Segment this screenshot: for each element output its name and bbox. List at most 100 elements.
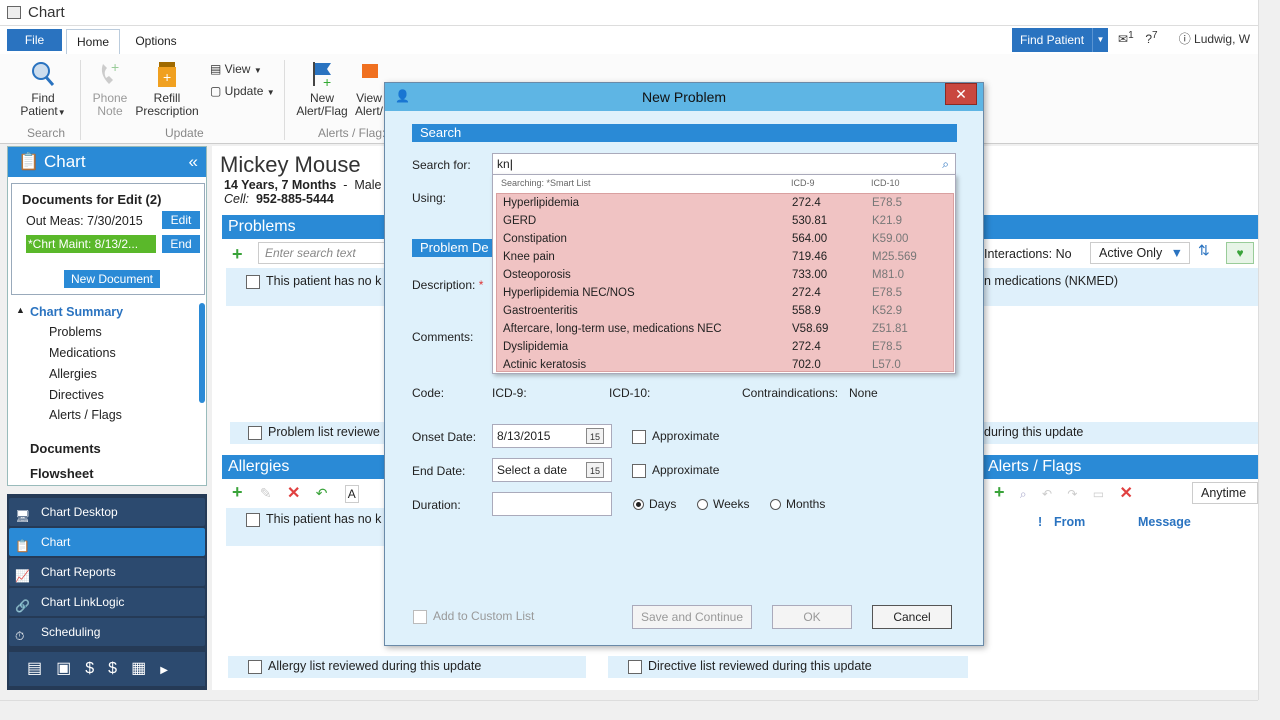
collapse-icon[interactable]: «	[189, 147, 198, 177]
find-patient-button[interactable]: Find Patient ▼	[1012, 28, 1108, 52]
list-item[interactable]: Hyperlipidemia 272.4 E78.5	[497, 194, 955, 212]
heart-icon[interactable]: ♥	[1226, 242, 1254, 264]
alerts-col-priority[interactable]: !	[1038, 515, 1042, 529]
nav-allergies[interactable]: Allergies	[49, 367, 97, 381]
group-search: Search	[27, 126, 66, 140]
list-item[interactable]: Aftercare, long-term use, medications NE…	[497, 320, 955, 338]
end-approximate-checkbox[interactable]	[632, 463, 646, 478]
close-button[interactable]: ✕	[945, 83, 977, 105]
delete-icon[interactable]: ✕	[287, 485, 300, 502]
days-radio-button[interactable]	[633, 499, 644, 511]
calendar-icon[interactable]: 15	[586, 428, 604, 444]
dollar-icon[interactable]: $	[85, 660, 108, 677]
list-item[interactable]: GERD 530.81 K21.9	[497, 212, 955, 230]
list-item[interactable]: Hyperlipidemia NEC/NOS 272.4 E78.5	[497, 284, 955, 302]
search-icon[interactable]: ⌕	[942, 154, 949, 174]
expand-icon[interactable]: ▲	[16, 305, 25, 315]
new-alert-flag-button[interactable]: + New Alert/Flag	[294, 60, 350, 118]
forward-icon[interactable]: ↷	[1067, 487, 1077, 501]
nav-directives[interactable]: Directives	[49, 388, 104, 402]
horizontal-scrollbar[interactable]	[0, 700, 1258, 718]
description-label-text: Description:	[412, 278, 476, 292]
problems-none-checkbox[interactable]	[246, 274, 260, 289]
find-patient-ribbon-button[interactable]: Find Patient▼	[18, 60, 68, 119]
search-icon[interactable]: ⌕	[1020, 487, 1027, 501]
add-custom-checkbox[interactable]	[413, 609, 427, 624]
update-dropdown[interactable]: ▢ Update ▼	[210, 84, 275, 98]
weeks-radio[interactable]: Weeks	[697, 497, 749, 511]
chevron-down-icon[interactable]: ▼	[1092, 28, 1108, 52]
edit-button[interactable]: Edit	[162, 211, 200, 229]
list-item[interactable]: Gastroenteritis 558.9 K52.9	[497, 302, 955, 320]
more-icon[interactable]: ▶	[160, 665, 182, 676]
nav-documents[interactable]: Documents	[30, 441, 101, 456]
calculator-icon[interactable]: ▦	[131, 660, 160, 677]
directives-reviewed-checkbox[interactable]	[628, 659, 642, 674]
months-radio[interactable]: Months	[770, 497, 825, 511]
doc-item[interactable]: *Chrt Maint: 8/13/2...	[26, 235, 156, 253]
nav-chart-reports[interactable]: 📈 Chart Reports	[9, 558, 205, 586]
nav-chart[interactable]: 📋 Chart	[9, 528, 205, 556]
user-name[interactable]: Ludwig, W	[1194, 32, 1250, 46]
nav-medications[interactable]: Medications	[49, 346, 116, 360]
nav-flowsheet[interactable]: Flowsheet	[30, 466, 94, 481]
end-button[interactable]: End	[162, 235, 200, 253]
add-custom-list[interactable]: Add to Custom List	[413, 609, 534, 624]
nav-alerts-flags[interactable]: Alerts / Flags	[49, 408, 122, 422]
vertical-scrollbar[interactable]	[1258, 0, 1280, 700]
medications-filter[interactable]: Active Only ▼	[1090, 242, 1190, 264]
alerts-col-from[interactable]: From	[1054, 515, 1085, 529]
months-radio-button[interactable]	[770, 499, 781, 511]
chart-summary-link[interactable]: Chart Summary	[30, 305, 123, 319]
delete-icon[interactable]: ✕	[1119, 485, 1132, 502]
allergies-reviewed-checkbox[interactable]	[248, 659, 262, 674]
tab-home[interactable]: Home	[66, 29, 120, 55]
new-document-button[interactable]: New Document	[64, 270, 160, 288]
card-icon[interactable]: ▣	[56, 660, 85, 677]
note-icon[interactable]: ▭	[1093, 487, 1104, 501]
refill-prescription-button[interactable]: + Refill Prescription	[134, 60, 200, 118]
reply-icon[interactable]: ↶	[1042, 487, 1052, 501]
doc-item[interactable]: Out Meas: 7/30/2015	[26, 214, 143, 228]
nav-chart-desktop[interactable]: 🖥 Chart Desktop	[9, 498, 205, 526]
add-problem-icon[interactable]: +	[232, 244, 243, 265]
onset-approximate-checkbox[interactable]	[632, 429, 646, 444]
alerts-col-message[interactable]: Message	[1138, 515, 1191, 529]
add-alert-icon[interactable]: +	[994, 482, 1005, 502]
search-input[interactable]: kn| ⌕	[492, 153, 956, 175]
view-dropdown[interactable]: ▤ View ▼	[210, 62, 262, 76]
days-radio[interactable]: Days	[633, 497, 676, 511]
add-allergy-icon[interactable]: +	[232, 482, 243, 502]
list-item[interactable]: Osteoporosis 733.00 M81.0	[497, 266, 955, 284]
allergy-filter[interactable]: A	[344, 485, 359, 503]
undo-icon[interactable]: ↶	[316, 485, 328, 501]
phone-note-button[interactable]: + Phone Note	[88, 60, 132, 118]
message-icon[interactable]: ✉1	[1118, 30, 1142, 46]
billing-icon[interactable]: $	[108, 660, 131, 677]
view-alert-flag-button[interactable]: View Alert/	[354, 60, 384, 118]
save-continue-button[interactable]: Save and Continue	[632, 605, 752, 629]
ok-button[interactable]: OK	[772, 605, 852, 629]
cancel-button[interactable]: Cancel	[872, 605, 952, 629]
tab-options[interactable]: Options	[126, 29, 186, 51]
list-item[interactable]: Knee pain 719.46 M25.569	[497, 248, 955, 266]
problems-reviewed-checkbox[interactable]	[248, 425, 262, 440]
allergies-none-checkbox[interactable]	[246, 512, 260, 527]
tab-file[interactable]: File	[7, 29, 62, 51]
nav-chart-linklogic[interactable]: 🔗 Chart LinkLogic	[9, 588, 205, 616]
nav-scheduling[interactable]: ⏱ Scheduling	[9, 618, 205, 646]
calendar-icon[interactable]: 15	[586, 462, 604, 478]
list-item[interactable]: Dyslipidemia 272.4 E78.5	[497, 338, 955, 356]
weeks-radio-button[interactable]	[697, 499, 708, 511]
problems-search-input[interactable]: Enter search text	[258, 242, 388, 264]
nav-problems[interactable]: Problems	[49, 325, 102, 339]
sort-icon[interactable]: ⇅	[1198, 242, 1222, 264]
edit-icon[interactable]: ✎	[260, 485, 272, 501]
list-item[interactable]: Constipation 564.00 K59.00	[497, 230, 955, 248]
duration-input[interactable]	[492, 492, 612, 516]
alerts-filter[interactable]: Anytime	[1192, 482, 1258, 504]
list-icon[interactable]: ▤	[27, 660, 56, 677]
help-icon[interactable]: ?7	[1145, 30, 1175, 46]
list-item[interactable]: Actinic keratosis 702.0 L57.0	[497, 356, 955, 374]
left-scrollbar[interactable]	[199, 303, 205, 403]
